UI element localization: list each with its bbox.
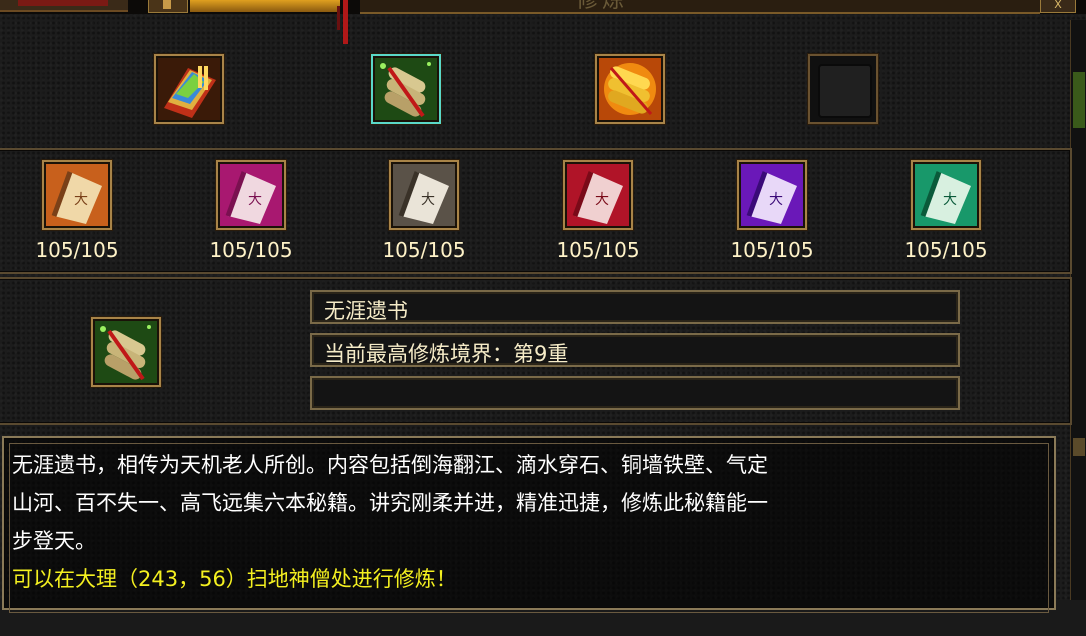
close-button[interactable]: X [1040, 0, 1076, 13]
realm-bar: 当前最高修炼境界：第9重 [310, 333, 960, 367]
empty-slot-icon [818, 64, 872, 118]
skill-slot-4[interactable]: 大 [563, 160, 633, 230]
title-bar: 修炼 X [0, 0, 1086, 14]
skill-slot-2[interactable]: 大 [216, 160, 286, 230]
skill-slot-3[interactable]: 大 [389, 160, 459, 230]
svg-text:大: 大 [74, 192, 88, 208]
skill-count-5: 105/105 [730, 238, 814, 262]
orange-scroll-icon: 大 [46, 164, 108, 226]
skill-count-4: 105/105 [556, 238, 640, 262]
right-scrollbar[interactable] [1070, 20, 1086, 600]
tab-glyph-icon [163, 0, 171, 9]
skill-slot-5[interactable]: 大 [737, 160, 807, 230]
skill-count-6: 105/105 [904, 238, 988, 262]
red-scroll-icon: 大 [567, 164, 629, 226]
green-scroll-bundle-icon [95, 321, 157, 383]
title-bar-left-ornament [0, 0, 128, 12]
top-item-slot-1[interactable] [154, 54, 224, 124]
description-text: 无涯遗书，相传为天机老人所创。内容包括倒海翻江、滴水穿石、铜墙铁壁、气定 山河、… [12, 446, 1042, 636]
scrollbar-thumb[interactable] [1073, 72, 1085, 128]
window-title: 修炼 [576, 0, 629, 13]
location-hint: 可以在大理（243，56）扫地神僧处进行修炼！ [12, 567, 457, 591]
svg-text:大: 大 [421, 192, 435, 208]
pink-scroll-icon: 大 [220, 164, 282, 226]
top-item-slot-2[interactable] [371, 54, 441, 124]
teal-scroll-icon: 大 [915, 164, 977, 226]
svg-text:大: 大 [595, 192, 609, 208]
item-name-bar: 无涯遗书 [310, 290, 960, 324]
white-scroll-icon: 大 [393, 164, 455, 226]
top-item-slot-4[interactable] [808, 54, 878, 124]
purple-scroll-icon: 大 [741, 164, 803, 226]
extra-info-bar [310, 376, 960, 410]
top-item-slot-3[interactable] [595, 54, 665, 124]
description-line-2: 山河、百不失一、高飞远集六本秘籍。讲究刚柔并进，精准迅捷，修炼此秘籍能一 [12, 491, 768, 515]
item-name: 无涯遗书 [324, 299, 408, 323]
skill-count-2: 105/105 [209, 238, 293, 262]
red-bookmark-icon [343, 0, 348, 44]
skill-slot-1[interactable]: 大 [42, 160, 112, 230]
scrollbar-marker [1073, 438, 1085, 456]
title-plate: 修炼 [360, 0, 1040, 14]
skill-slot-6[interactable]: 大 [911, 160, 981, 230]
svg-text:大: 大 [769, 192, 783, 208]
gold-ornament [190, 0, 340, 12]
green-scroll-bundle-icon [375, 58, 437, 120]
menu-tab-button[interactable] [148, 0, 188, 13]
skill-count-1: 105/105 [35, 238, 119, 262]
red-bookmark-tail-icon [337, 6, 340, 30]
realm-text: 当前最高修炼境界：第9重 [324, 342, 569, 366]
skill-count-3: 105/105 [382, 238, 466, 262]
description-line-5 [12, 598, 1042, 636]
selected-item-slot[interactable] [91, 317, 161, 387]
svg-text:大: 大 [943, 192, 957, 208]
rainbow-book-icon [158, 58, 220, 120]
golden-scroll-bundle-icon [599, 58, 661, 120]
svg-text:大: 大 [248, 192, 262, 208]
description-line-1: 无涯遗书，相传为天机老人所创。内容包括倒海翻江、滴水穿石、铜墙铁壁、气定 [12, 453, 768, 477]
description-line-3: 步登天。 [12, 529, 96, 553]
